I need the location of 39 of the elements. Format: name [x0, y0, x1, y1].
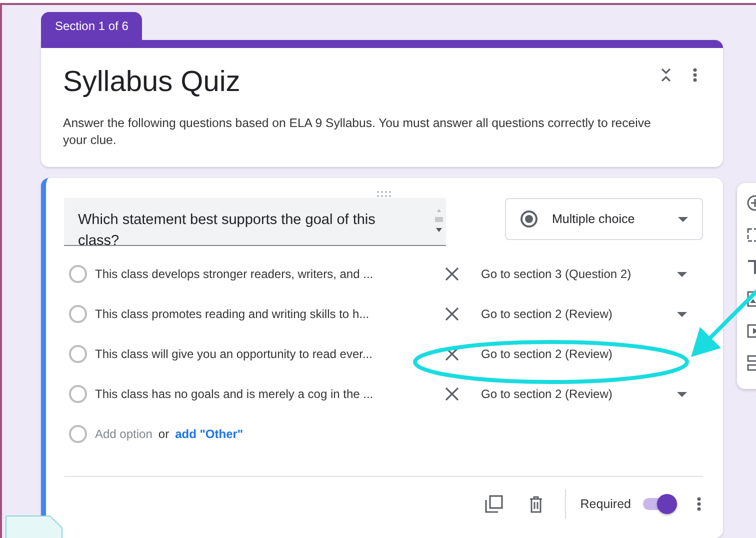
required-label: Required [580, 497, 631, 511]
arrow-drawing [691, 288, 756, 357]
more-icon[interactable] [693, 68, 697, 82]
option-text[interactable]: This class has no goals and is merely a cog in the ... [95, 387, 445, 401]
close-icon[interactable] [445, 387, 459, 401]
radio-button[interactable] [69, 345, 87, 363]
document-icon [5, 515, 63, 538]
question-field[interactable]: Which statement best supports the goal of this class? [64, 198, 446, 246]
option-text[interactable]: This class develops stronger readers, writers, and ... [95, 267, 445, 281]
dropdown-caret-icon[interactable] [677, 312, 687, 316]
or-text: or [158, 427, 170, 441]
add-other-link[interactable]: add "Other" [175, 427, 244, 441]
radio-button[interactable] [69, 265, 87, 283]
section-jump-dropdown[interactable]: Go to section 2 (Review) [481, 307, 677, 321]
more-icon[interactable] [697, 497, 701, 511]
copy-icon[interactable] [485, 495, 504, 513]
radio-selected-icon [520, 210, 538, 228]
question-type-dropdown[interactable]: Multiple choice [505, 198, 703, 240]
option-text[interactable]: This class will give you an opportunity to read ever... [95, 347, 445, 361]
close-icon[interactable] [445, 267, 459, 281]
close-icon[interactable] [445, 307, 459, 321]
section-tab[interactable]: Section 1 of 6 [41, 12, 142, 40]
section-jump-dropdown[interactable]: Go to section 3 (Question 2) [481, 267, 677, 281]
close-icon[interactable] [445, 347, 459, 361]
radio-button[interactable] [69, 385, 87, 403]
form-description: Answer the following questions based on ELA 9 Syllabus. You must answer all questions correctly to receive your clue. [63, 115, 652, 149]
dropdown-caret-icon[interactable] [677, 392, 687, 396]
required-toggle[interactable] [643, 494, 677, 514]
dropdown-caret-icon[interactable] [677, 272, 687, 276]
trash-icon[interactable] [529, 496, 544, 512]
add-option-field[interactable]: Add option [95, 427, 152, 441]
dropdown-caret-icon[interactable] [678, 216, 688, 222]
option-text[interactable]: This class promotes reading and writing skills to h... [95, 307, 445, 321]
drag-handle-icon[interactable] [376, 191, 390, 197]
radio-button[interactable] [69, 305, 87, 323]
section-jump-dropdown[interactable]: Go to section 2 (Review) [481, 387, 677, 401]
collapse-icon[interactable] [661, 68, 671, 82]
section-jump-dropdown[interactable]: Go to section 2 (Review) [481, 347, 677, 361]
form-title: Syllabus Quiz [63, 66, 240, 99]
